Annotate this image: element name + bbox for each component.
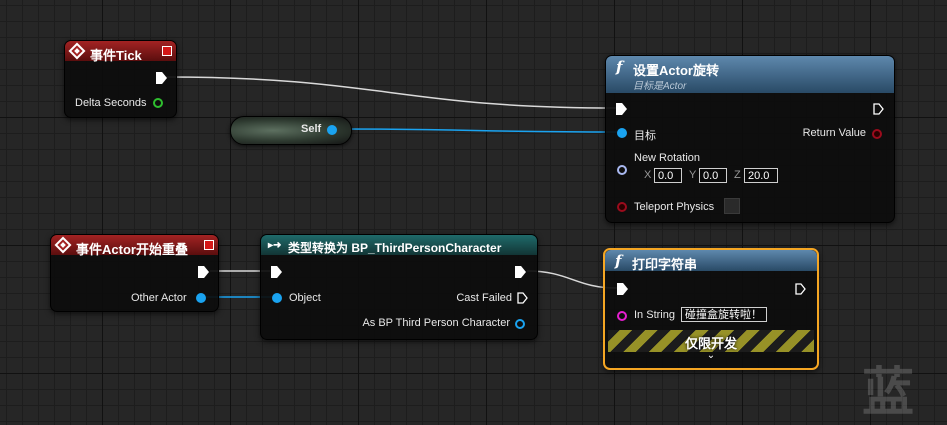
event-begin-overlap-node[interactable]: 事件Actor开始重叠 Other Actor — [50, 234, 219, 312]
exec-wire-tick-to-rotation — [165, 76, 617, 109]
rotation-y-axis-label: Y — [689, 169, 697, 181]
target-pin[interactable] — [617, 128, 627, 138]
target-label: 目标 — [634, 130, 656, 142]
function-f-icon: f — [615, 252, 622, 270]
function-f-icon: f — [616, 58, 623, 76]
teleport-physics-checkbox[interactable] — [724, 198, 740, 214]
as-bp-pin[interactable] — [515, 319, 525, 329]
watermark: 蓝 — [862, 363, 915, 423]
exec-in-pin[interactable] — [617, 283, 628, 295]
print-string-header[interactable]: f 打印字符串 — [605, 250, 817, 272]
as-bp-label: As BP Third Person Character — [362, 317, 510, 329]
event-overlap-header[interactable]: 事件Actor开始重叠 — [51, 235, 218, 257]
rotation-z-input[interactable]: 20.0 — [744, 168, 778, 183]
exec-in-pin[interactable] — [271, 266, 282, 278]
return-value-label: Return Value — [802, 127, 866, 139]
cast-arrows-icon: ▸➜ — [268, 240, 282, 251]
exec-out-pin[interactable] — [795, 283, 806, 295]
object-wire-self-to-target — [335, 128, 621, 133]
delegate-pin-icon[interactable] — [204, 240, 214, 250]
exec-out-pin[interactable] — [873, 103, 884, 115]
cast-title: 类型转换为 BP_ThirdPersonCharacter — [288, 241, 502, 255]
rotation-x-input[interactable]: 0.0 — [654, 168, 682, 183]
teleport-physics-label: Teleport Physics — [634, 201, 715, 213]
rotation-x-axis-label: X — [644, 169, 652, 181]
in-string-label: In String — [634, 309, 675, 321]
exec-in-pin[interactable] — [616, 103, 627, 115]
exec-out-pin[interactable] — [198, 266, 209, 278]
rotation-y-input[interactable]: 0.0 — [699, 168, 727, 183]
return-value-pin[interactable] — [872, 129, 882, 139]
set-rotation-header[interactable]: f 设置Actor旋转 目标是Actor — [606, 56, 894, 93]
event-overlap-title: 事件Actor开始重叠 — [76, 242, 188, 257]
object-pin[interactable] — [272, 293, 282, 303]
self-label: Self — [301, 123, 322, 135]
delta-seconds-pin[interactable] — [153, 98, 163, 108]
event-tick-node[interactable]: 事件Tick Delta Seconds — [64, 40, 177, 118]
in-string-pin[interactable] — [617, 311, 627, 321]
exec-out-pin[interactable] — [156, 72, 167, 84]
cast-header[interactable]: ▸➜ 类型转换为 BP_ThirdPersonCharacter — [261, 235, 537, 255]
set-actor-rotation-node[interactable]: f 设置Actor旋转 目标是Actor 目标 Return Value New… — [605, 55, 895, 223]
other-actor-pin[interactable] — [196, 293, 206, 303]
cast-failed-label: Cast Failed — [456, 292, 512, 304]
self-node[interactable]: Self — [230, 116, 352, 145]
delegate-pin-icon[interactable] — [162, 46, 172, 56]
other-actor-label: Other Actor — [131, 292, 187, 304]
event-diamond-icon — [68, 42, 86, 60]
rotation-z-axis-label: Z — [734, 169, 741, 181]
object-label: Object — [289, 292, 321, 304]
cast-failed-pin[interactable] — [517, 292, 528, 304]
self-output-pin[interactable] — [327, 125, 337, 135]
new-rotation-pin[interactable] — [617, 165, 627, 175]
delta-seconds-label: Delta Seconds — [75, 97, 147, 109]
print-string-title: 打印字符串 — [632, 257, 698, 272]
in-string-input[interactable]: 碰撞盒旋转啦！ — [681, 307, 767, 322]
print-string-node[interactable]: f 打印字符串 In String 碰撞盒旋转啦！ 仅限开发 ⌄ — [603, 248, 819, 370]
new-rotation-label: New Rotation — [634, 152, 701, 164]
cast-node[interactable]: ▸➜ 类型转换为 BP_ThirdPersonCharacter Object … — [260, 234, 538, 340]
set-rotation-subtitle: 目标是Actor — [633, 81, 687, 92]
event-tick-title: 事件Tick — [90, 48, 142, 63]
event-diamond-icon — [54, 236, 72, 254]
exec-out-pin[interactable] — [515, 266, 526, 278]
teleport-physics-pin[interactable] — [617, 202, 627, 212]
event-tick-header[interactable]: 事件Tick — [65, 41, 176, 63]
chevron-down-icon[interactable]: ⌄ — [605, 350, 817, 361]
